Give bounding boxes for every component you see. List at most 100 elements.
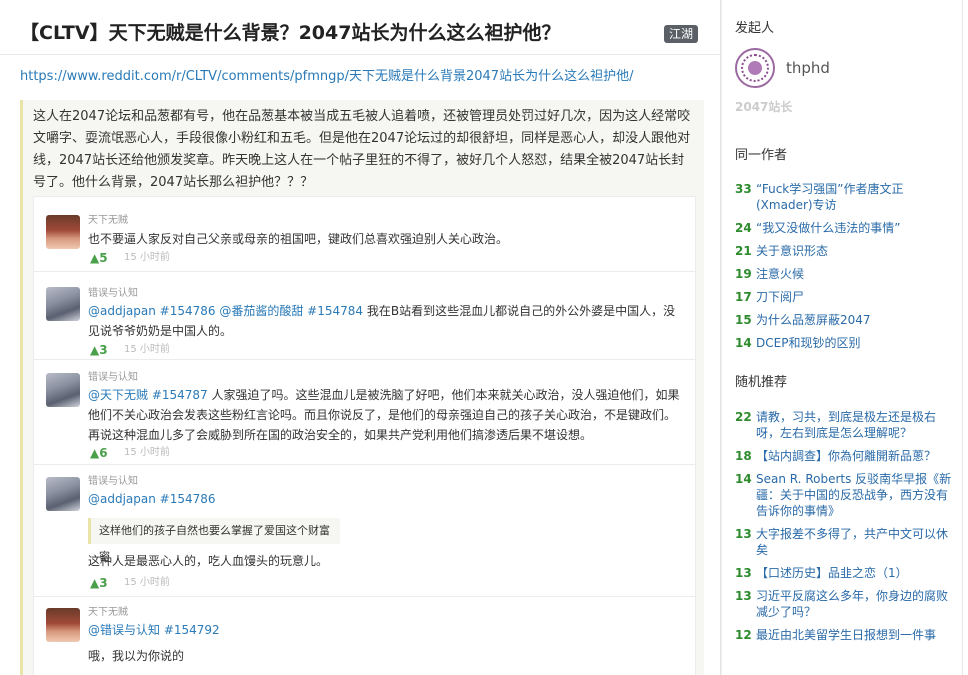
initiator-role: 2047站长 [735,100,793,114]
reply-count: 18 [735,449,752,463]
page-title: 【CLTV】天下无贼是什么背景？2047站长为什么这么袒护他？ [20,22,561,44]
source-url-link[interactable]: https://www.reddit.com/r/CLTV/comments/p… [20,68,633,86]
reply-count: 21 [735,244,752,258]
category-tag[interactable]: 江湖 [663,25,698,43]
sidebar-link-item[interactable]: 19 注意火候 [735,266,957,282]
vote-count[interactable]: ▲3 [90,342,108,358]
comment-item: 天下无贼 也不要逼人家反对自己父亲或母亲的祖国吧，键政们总喜欢强迫别人关心政治。… [34,197,695,272]
sidebar-link-item[interactable]: 18 【站内調查】你為何離開新品蔥？ [735,448,957,464]
reply-count: 14 [735,336,752,350]
reply-count: 33 [735,182,752,196]
comment-author[interactable]: 错误与认知 [88,371,138,385]
random-list: 22 请教，习共，到底是极左还是极右呀，左右到底是怎么理解呢？ 18 【站内調查】你為… [735,409,957,650]
sidebar-link-item[interactable]: 13 大字报差不多得了，共产中文可以休矣 [735,526,957,558]
initiator-avatar[interactable] [735,48,775,88]
thread-link[interactable]: 请教，习共，到底是极左还是极右呀，左右到底是怎么理解呢？ [756,410,936,440]
scrollbar[interactable] [962,0,968,675]
thread-link[interactable]: 为什么品葱屏蔽2047 [756,313,871,327]
avatar[interactable] [46,608,80,642]
sidebar-link-item[interactable]: 24 “我又没做什么违法的事情” [735,220,957,236]
thread-link[interactable]: DCEP和现钞的区别 [756,336,860,350]
avatar[interactable] [46,373,80,407]
avatar[interactable] [46,287,80,321]
sidebar-link-item[interactable]: 22 请教，习共，到底是极左还是极右呀，左右到底是怎么理解呢？ [735,409,957,441]
initiator-name[interactable]: thphd [786,58,830,78]
reply-count: 22 [735,410,752,424]
initiator-heading: 发起人 [735,21,775,36]
thread-link[interactable]: Sean R. Roberts 反驳南华早报《新疆：关于中国的反恐战争，西方没有… [756,472,951,518]
comment-author[interactable]: 天下无贼 [88,214,128,228]
post-block: 这人在2047论坛和品葱都有号，他在品葱基本被当成五毛被人追着喷，还被管理员处罚… [20,100,704,675]
seal-core-icon [748,61,762,75]
sidebar-link-item[interactable]: 14 DCEP和现钞的区别 [735,335,957,351]
comment-time: 15 小时前 [124,344,170,355]
thread-link[interactable]: 习近平反腐这么多年，你身边的腐败减少了吗？ [756,589,948,619]
vote-count[interactable]: ▲6 [90,445,108,461]
reply-count: 12 [735,628,752,642]
comment-item: 错误与认知 @天下无贼 #154787 人家强迫了吗。这些混血儿是被洗脑了好吧，… [34,360,695,465]
comment-text: 哦，我以为你说的 [88,646,683,666]
sidebar-link-item[interactable]: 13 【口述历史】品韭之恋（1） [735,565,957,581]
thread-link[interactable]: 关于意识形态 [756,244,828,258]
sidebar-link-item[interactable]: 17 刀下阅尸 [735,289,957,305]
avatar[interactable] [46,215,80,249]
comment-item: 错误与认知 @addjapan #154786 这样他们的孩子自然也要么掌握了爱… [34,465,695,597]
sidebar: 发起人 thphd 2047站长 同一作者 33 “Fuck学习强国”作者唐文正(… [722,0,962,675]
vote-count[interactable]: ▲3 [90,575,108,591]
reply-count: 13 [735,527,752,541]
comment-item: 天下无贼 @错误与认知 #154792 哦，我以为你说的 [34,597,695,675]
reply-count: 13 [735,566,752,580]
avatar[interactable] [46,477,80,511]
comment-time: 15 小时前 [124,577,170,588]
thread-link[interactable]: “Fuck学习强国”作者唐文正(Xmader)专访 [756,182,903,212]
comment-list: 天下无贼 也不要逼人家反对自己父亲或母亲的祖国吧，键政们总喜欢强迫别人关心政治。… [33,196,696,675]
quoted-text: 这样他们的孩子自然也要么掌握了爱国这个财富密 [88,518,340,563]
comment-author[interactable]: 天下无贼 [88,606,128,620]
title-row: 【CLTV】天下无贼是什么背景？2047站长为什么这么袒护他？ 江湖 [20,18,700,48]
reply-count: 14 [735,472,752,486]
title-divider [0,54,720,55]
same-author-list: 33 “Fuck学习强国”作者唐文正(Xmader)专访 24 “我又没做什么违法的事… [735,181,957,358]
thread-link[interactable]: 最近由北美留学生日报想到一件事 [756,628,936,642]
reply-reference[interactable]: @addjapan #154786 [88,492,216,506]
reply-count: 24 [735,221,752,235]
comment-item: 错误与认知 @addjapan #154786 @番茄酱的酸甜 #154784 … [34,272,695,360]
reply-count: 17 [735,290,752,304]
main-content: 【CLTV】天下无贼是什么背景？2047站长为什么这么袒护他？ 江湖 https… [0,0,721,675]
random-heading: 随机推荐 [735,375,788,390]
comment-text-body: 这种人是最恶心人的，吃人血馒头的玩意儿。 [88,554,329,568]
comment-text-body: 哦，我以为你说的 [88,649,185,663]
comment-time: 15 小时前 [124,252,170,263]
same-author-heading: 同一作者 [735,148,788,163]
sidebar-link-item[interactable]: 15 为什么品葱屏蔽2047 [735,312,957,328]
comment-text: @addjapan #154786 [88,489,683,509]
comment-text: @addjapan #154786 @番茄酱的酸甜 #154784 我在B站看到… [88,301,683,341]
reply-reference[interactable]: @addjapan #154786 @番茄酱的酸甜 #154784 [88,304,363,318]
reply-count: 13 [735,589,752,603]
reply-count: 15 [735,313,752,327]
thread-link[interactable]: 刀下阅尸 [756,290,804,304]
thread-link[interactable]: 大字报差不多得了，共产中文可以休矣 [756,527,948,557]
post-body: 这人在2047论坛和品葱都有号，他在品葱基本被当成五毛被人追着喷，还被管理员处罚… [33,109,691,190]
reply-count: 19 [735,267,752,281]
comment-author[interactable]: 错误与认知 [88,287,138,301]
sidebar-link-item[interactable]: 13 习近平反腐这么多年，你身边的腐败减少了吗？ [735,588,957,620]
sidebar-link-item[interactable]: 14 Sean R. Roberts 反驳南华早报《新疆：关于中国的反恐战争，西方… [735,471,957,519]
thread-link[interactable]: 【站内調查】你為何離開新品蔥？ [756,449,936,463]
sidebar-link-item[interactable]: 21 关于意识形态 [735,243,957,259]
thread-link[interactable]: 注意火候 [756,267,804,281]
comment-text: 这种人是最恶心人的，吃人血馒头的玩意儿。 [88,551,683,571]
thread-link[interactable]: “我又没做什么违法的事情” [756,221,900,235]
sidebar-link-item[interactable]: 33 “Fuck学习强国”作者唐文正(Xmader)专访 [735,181,957,213]
comment-text: @天下无贼 #154787 人家强迫了吗。这些混血儿是被洗脑了好吧，他们本来就关… [88,385,683,445]
comment-time: 15 小时前 [124,447,170,458]
comment-text: @错误与认知 #154792 [88,620,683,640]
vote-count[interactable]: ▲5 [90,250,108,266]
comment-author[interactable]: 错误与认知 [88,475,138,489]
comment-text-body: 也不要逼人家反对自己父亲或母亲的祖国吧，键政们总喜欢强迫别人关心政治。 [88,232,509,246]
sidebar-link-item[interactable]: 12 最近由北美留学生日报想到一件事 [735,627,957,643]
comment-text: 也不要逼人家反对自己父亲或母亲的祖国吧，键政们总喜欢强迫别人关心政治。 [88,229,683,249]
reply-reference[interactable]: @天下无贼 #154787 [88,388,208,402]
reply-reference[interactable]: @错误与认知 #154792 [88,623,220,637]
thread-link[interactable]: 【口述历史】品韭之恋（1） [756,566,908,580]
